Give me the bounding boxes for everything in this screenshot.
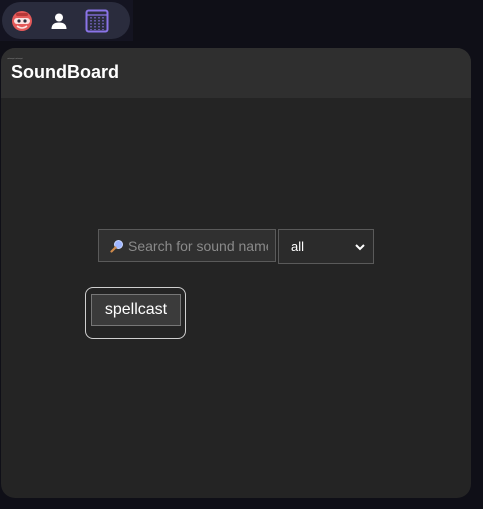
- search-icon: [110, 239, 124, 253]
- toolbar: [2, 2, 130, 39]
- ninja-icon[interactable]: [9, 8, 35, 34]
- sound-card: spellcast: [85, 287, 186, 339]
- top-bar: [0, 0, 133, 41]
- search-box[interactable]: [98, 229, 276, 262]
- panel-header: ⁓⁓ SoundBoard: [1, 48, 471, 98]
- filter-select[interactable]: all: [278, 229, 374, 264]
- chevron-down-icon: [355, 239, 365, 254]
- soundboard-icon[interactable]: [84, 8, 110, 34]
- filter-selected-value: all: [291, 239, 305, 254]
- soundboard-panel: ⁓⁓ SoundBoard all spellcast: [1, 48, 471, 498]
- search-input[interactable]: [128, 237, 268, 254]
- user-icon[interactable]: [46, 8, 72, 34]
- sound-button-spellcast[interactable]: spellcast: [91, 294, 181, 326]
- panel-title: SoundBoard: [11, 62, 119, 82]
